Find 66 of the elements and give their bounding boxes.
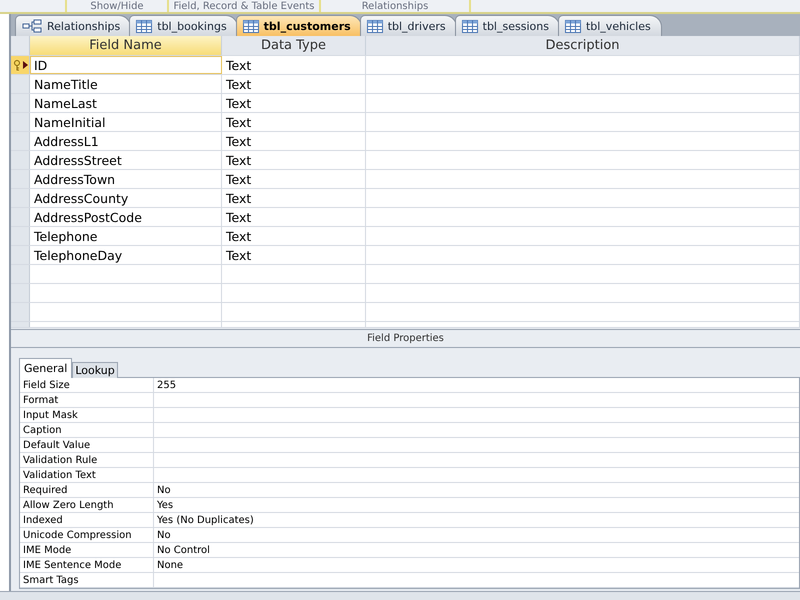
property-name: Input Mask	[20, 408, 154, 422]
table-icon	[242, 20, 259, 32]
field-name-cell[interactable]: ID	[30, 56, 222, 74]
ribbon-group-label: Relationships	[362, 1, 428, 12]
data-type-cell[interactable]: Text	[222, 246, 366, 264]
ribbon-group-label: Field, Record & Table Events	[173, 1, 315, 12]
field-name-cell[interactable]: AddressTown	[30, 170, 222, 188]
field-name-cell[interactable]: NameTitle	[30, 75, 222, 93]
property-name: IME Sentence Mode	[20, 558, 154, 572]
row-selector[interactable]	[11, 56, 30, 74]
column-header: Data Type	[222, 36, 366, 55]
document-tab[interactable]: tbl_vehicles	[558, 15, 662, 36]
field-properties-title: Field Properties	[367, 333, 444, 344]
relationships-icon	[22, 19, 42, 33]
document-tab[interactable]: tbl_bookings	[129, 15, 238, 36]
table-icon	[366, 20, 383, 32]
property-name: Field Size	[20, 378, 154, 392]
property-tab[interactable]: General	[19, 358, 72, 378]
property-name: Indexed	[20, 513, 154, 527]
field-name-cell[interactable]: NameLast	[30, 94, 222, 112]
document-tab[interactable]: Relationships	[15, 15, 132, 36]
data-type-cell[interactable]: Text	[222, 208, 366, 226]
data-type-cell[interactable]: Text	[222, 151, 366, 169]
property-name: Default Value	[20, 438, 154, 452]
property-value-field[interactable]: Yes	[154, 498, 799, 512]
field-name-cell[interactable]: AddressStreet	[30, 151, 222, 169]
property-value-field[interactable]: None	[154, 558, 799, 572]
field-name-cell[interactable]: TelephoneDay	[30, 246, 222, 264]
property-name: Validation Text	[20, 468, 154, 482]
property-value-field[interactable]: Yes (No Duplicates)	[154, 513, 799, 527]
property-value-field[interactable]: No	[154, 483, 799, 497]
data-type-cell[interactable]: Text	[222, 56, 366, 74]
field-name-cell[interactable]: NameInitial	[30, 113, 222, 131]
column-header: Field Name	[30, 36, 222, 55]
property-name: Caption	[20, 423, 154, 437]
property-value-field[interactable]: No Control	[154, 543, 799, 557]
table-icon	[136, 20, 152, 32]
data-type-cell[interactable]: Text	[222, 113, 366, 131]
data-type-cell[interactable]: Text	[222, 75, 366, 93]
column-header: Description	[366, 36, 800, 55]
data-type-cell[interactable]: Text	[222, 94, 366, 112]
field-name-cell[interactable]: AddressPostCode	[30, 208, 222, 226]
field-name-cell[interactable]: AddressL1	[30, 132, 222, 150]
property-name: Smart Tags	[20, 573, 154, 587]
property-value-field[interactable]: No	[154, 528, 799, 542]
property-name: Validation Rule	[20, 453, 154, 467]
property-tab[interactable]: Lookup	[72, 362, 118, 378]
data-type-cell[interactable]: Text	[222, 189, 366, 207]
document-tab[interactable]: tbl_sessions	[454, 15, 560, 36]
property-name: Unicode Compression	[20, 528, 154, 542]
property-name: IME Mode	[20, 543, 154, 557]
document-tab[interactable]: tbl_drivers	[360, 15, 457, 36]
data-type-cell[interactable]: Text	[222, 227, 366, 245]
property-value-field[interactable]: 255	[154, 378, 799, 392]
property-name: Required	[20, 483, 154, 497]
document-tab[interactable]: tbl_customers	[236, 15, 362, 36]
ribbon-group-label: Show/Hide	[90, 1, 144, 12]
table-icon	[462, 20, 478, 32]
field-name-cell[interactable]: Telephone	[30, 227, 222, 245]
data-type-cell[interactable]: Text	[222, 170, 366, 188]
table-icon	[564, 20, 581, 32]
field-name-cell[interactable]: AddressCounty	[30, 189, 222, 207]
property-name: Allow Zero Length	[20, 498, 154, 512]
current-row-arrow-icon	[22, 61, 28, 69]
data-type-cell[interactable]: Text	[222, 132, 366, 150]
property-name: Format	[20, 393, 154, 407]
